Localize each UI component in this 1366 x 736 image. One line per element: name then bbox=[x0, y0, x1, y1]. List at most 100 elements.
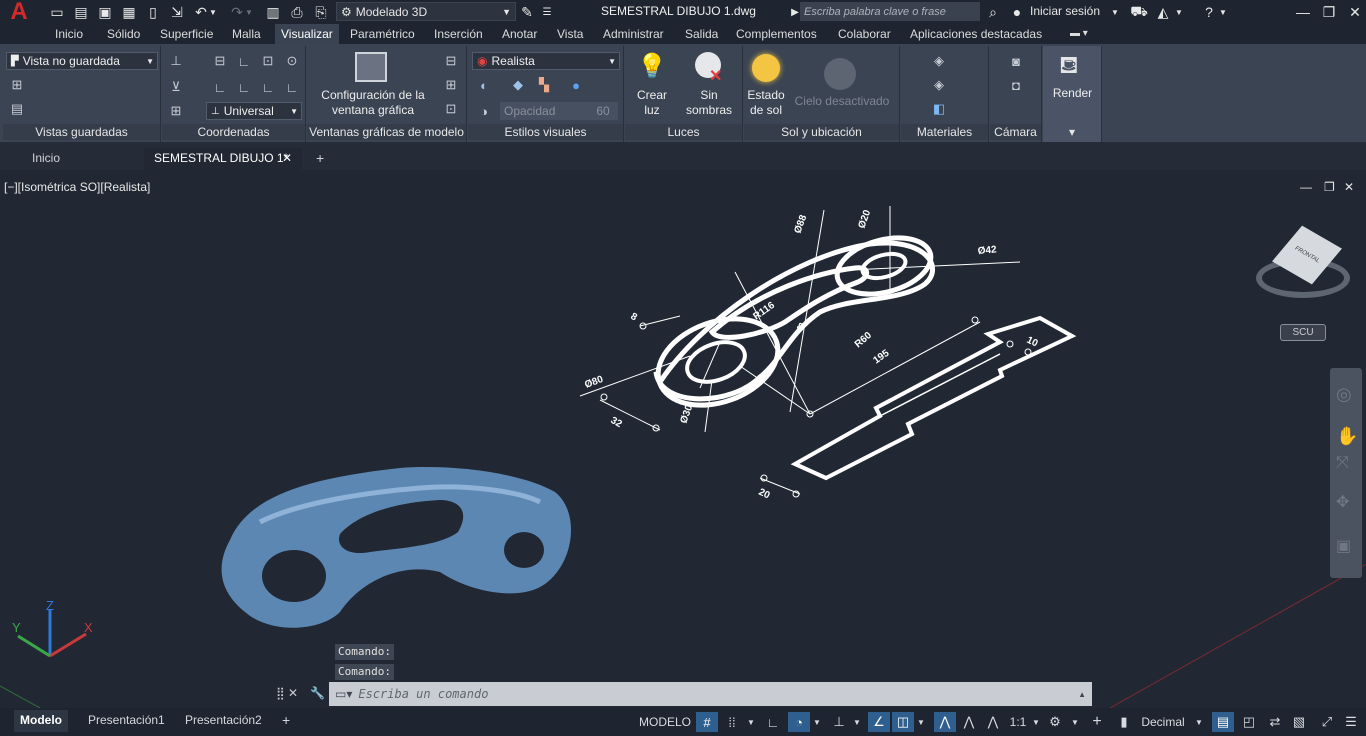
sign-in-button[interactable]: Iniciar sesión bbox=[1030, 4, 1100, 18]
app-dropdown-icon[interactable]: ▼ bbox=[1174, 3, 1184, 21]
ucs-z-icon[interactable]: ∟ bbox=[258, 78, 278, 96]
teapot-icon[interactable]: ⛾ bbox=[1059, 52, 1079, 82]
search-input[interactable]: Escriba palabra clave o frase bbox=[800, 2, 980, 21]
command-history-toggle-icon[interactable]: ▲ bbox=[1078, 690, 1086, 699]
panel-title-visual-styles[interactable]: Estilos visuales bbox=[468, 124, 623, 140]
annotation-monitor-icon[interactable]: + bbox=[1086, 712, 1108, 732]
ucs-named-icon[interactable]: ⊟ bbox=[210, 52, 230, 70]
undo-dropdown-icon[interactable]: ▼ bbox=[208, 3, 218, 21]
tab-aplicaciones-destacadas[interactable]: Aplicaciones destacadas bbox=[908, 24, 1044, 44]
hardware-acceleration-icon[interactable]: ▧ bbox=[1288, 712, 1310, 732]
ucs-menu-button[interactable]: SCU bbox=[1280, 324, 1326, 341]
sun-state-button[interactable]: Estado de sol bbox=[744, 88, 788, 118]
tab-home[interactable]: Inicio bbox=[22, 148, 70, 170]
cart-icon[interactable]: ⛟ bbox=[1130, 3, 1148, 21]
ucs-y-icon[interactable]: ∟ bbox=[234, 78, 254, 96]
create-camera-icon[interactable]: ◙ bbox=[1006, 52, 1026, 70]
sign-in-dropdown-icon[interactable]: ▼ bbox=[1110, 3, 1120, 21]
command-close-icon[interactable]: ✕ bbox=[288, 686, 298, 700]
material-mapping-icon[interactable]: ◧ bbox=[929, 100, 949, 118]
layout-tab-presentation1[interactable]: Presentación1 bbox=[82, 710, 171, 732]
create-light-button[interactable]: Crear luz bbox=[629, 88, 675, 118]
clean-screen-icon[interactable]: ⤢ bbox=[1316, 712, 1338, 732]
isolate-objects-icon[interactable]: ⇄ bbox=[1264, 712, 1286, 732]
command-prompt-icon[interactable]: ▭▾ bbox=[335, 687, 352, 701]
new-tab-button[interactable]: + bbox=[306, 148, 334, 170]
isodraft-icon[interactable]: ⊥ bbox=[828, 712, 850, 732]
ribbon-minimize-icon[interactable]: ▬ ▾ bbox=[1068, 24, 1090, 44]
units-value[interactable]: Decimal bbox=[1138, 712, 1188, 732]
search-icon[interactable]: ⌕ bbox=[984, 3, 1002, 21]
tab-insercion[interactable]: Inserción bbox=[432, 24, 485, 44]
scale-dropdown-icon[interactable]: ▼ bbox=[1030, 712, 1042, 732]
pan-hand-icon[interactable]: ✋ bbox=[1336, 426, 1358, 447]
minimize-icon[interactable]: — bbox=[1294, 3, 1312, 21]
workspace-select[interactable]: ⚙ Modelado 3D ▼ bbox=[336, 2, 516, 21]
units-dropdown-icon[interactable]: ▼ bbox=[1192, 712, 1206, 732]
tab-administrar[interactable]: Administrar bbox=[601, 24, 666, 44]
workspace-dropdown-icon[interactable]: ▼ bbox=[1068, 712, 1082, 732]
save-web-icon[interactable]: ⇲ bbox=[168, 3, 186, 21]
tab-malla[interactable]: Malla bbox=[230, 24, 263, 44]
ucs-select[interactable]: ⊥ Universal ▼ bbox=[206, 102, 302, 120]
ucs-icon[interactable]: ⊥ bbox=[166, 52, 186, 70]
autocad-logo[interactable]: A bbox=[6, 0, 32, 25]
save-icon[interactable]: ▣ bbox=[96, 3, 114, 21]
ucs-world-icon[interactable]: ⊻ bbox=[166, 78, 186, 96]
ucs-view-icon[interactable]: ⊡ bbox=[258, 52, 278, 70]
edge-effect-icon[interactable]: ◐ bbox=[474, 76, 494, 94]
tab-vista[interactable]: Vista bbox=[555, 24, 585, 44]
panel-title-materials[interactable]: Materiales bbox=[901, 124, 988, 140]
help-icon[interactable]: ? bbox=[1200, 3, 1218, 21]
panel-title-sun-location[interactable]: Sol y ubicación bbox=[744, 124, 899, 140]
units-icon[interactable]: ▮ bbox=[1114, 712, 1134, 732]
plot-preview-icon[interactable]: ⎙ bbox=[288, 3, 306, 21]
new-file-icon[interactable]: ▭ bbox=[48, 3, 66, 21]
ucs-3point-icon[interactable]: ∟ bbox=[282, 78, 302, 96]
join-viewports-icon[interactable]: ⊞ bbox=[441, 76, 461, 94]
materials-on-icon[interactable]: ◈ bbox=[929, 76, 949, 94]
ucs-icon-props-icon[interactable]: ⊞ bbox=[166, 102, 186, 120]
redo-dropdown-icon[interactable]: ▼ bbox=[244, 3, 254, 21]
sky-off-button[interactable]: Cielo desactivado bbox=[792, 94, 892, 109]
color-icon[interactable]: ▚ bbox=[534, 76, 554, 94]
restore-viewports-icon[interactable]: ⊡ bbox=[441, 100, 461, 118]
annotation-visibility-icon[interactable]: ⋀ bbox=[934, 712, 956, 732]
open-folder-icon[interactable]: ▤ bbox=[72, 3, 90, 21]
ucs-x-icon[interactable]: ∟ bbox=[234, 52, 254, 70]
tab-salida[interactable]: Salida bbox=[683, 24, 720, 44]
camera-icon[interactable]: ◘ bbox=[1006, 76, 1026, 94]
customization-icon[interactable]: ☰ bbox=[1340, 712, 1362, 732]
shading-icon[interactable]: ◆ bbox=[508, 76, 528, 94]
xray-icon[interactable]: ◑ bbox=[474, 102, 494, 120]
tab-anotar[interactable]: Anotar bbox=[500, 24, 539, 44]
auto-scale-icon[interactable]: ⋀ bbox=[958, 712, 980, 732]
command-input[interactable]: Escriba un comando bbox=[358, 687, 488, 701]
close-tab-icon[interactable]: ✕ bbox=[282, 148, 292, 168]
saved-view-select[interactable]: ▛ Vista no guardada ▼ bbox=[6, 52, 158, 70]
tab-colaborar[interactable]: Colaborar bbox=[836, 24, 893, 44]
model-space-button[interactable]: MODELO bbox=[637, 712, 693, 732]
object-snap-tracking-icon[interactable]: ∠ bbox=[868, 712, 890, 732]
steering-wheel-icon[interactable]: ◎ bbox=[1336, 384, 1352, 405]
named-views-icon[interactable]: ▤ bbox=[7, 100, 27, 118]
command-grip-icon[interactable]: ⣿ bbox=[276, 686, 285, 700]
light-bulb-icon[interactable]: 💡 bbox=[637, 52, 667, 81]
customize-quick-access-icon[interactable]: ☰ bbox=[538, 3, 556, 21]
view-manager-icon[interactable]: ⊞ bbox=[7, 76, 27, 94]
tab-complementos[interactable]: Complementos bbox=[734, 24, 819, 44]
annotation-scale-icon[interactable]: ⋀ bbox=[982, 712, 1004, 732]
restore-icon[interactable]: ❐ bbox=[1320, 3, 1338, 21]
polar-tracking-icon[interactable]: ◔ bbox=[788, 712, 810, 732]
autodesk-app-icon[interactable]: ◭ bbox=[1154, 3, 1172, 21]
object-snap-icon[interactable]: ◫ bbox=[892, 712, 914, 732]
viewport-config-button[interactable]: Configuración de la ventana gráfica bbox=[313, 88, 433, 118]
showmotion-icon[interactable]: ▣ bbox=[1336, 536, 1351, 556]
save-as-icon[interactable]: ▦ bbox=[120, 3, 138, 21]
render-dropdown-icon[interactable]: ▾ bbox=[1043, 124, 1101, 140]
osnap-dropdown-icon[interactable]: ▼ bbox=[914, 712, 928, 732]
layout-tab-presentation2[interactable]: Presentación2 bbox=[179, 710, 268, 732]
no-shadows-button[interactable]: Sin sombras bbox=[681, 88, 737, 118]
snap-dropdown-icon[interactable]: ▼ bbox=[744, 712, 758, 732]
command-line[interactable]: ▭▾ Escriba un comando ▲ bbox=[329, 682, 1092, 706]
